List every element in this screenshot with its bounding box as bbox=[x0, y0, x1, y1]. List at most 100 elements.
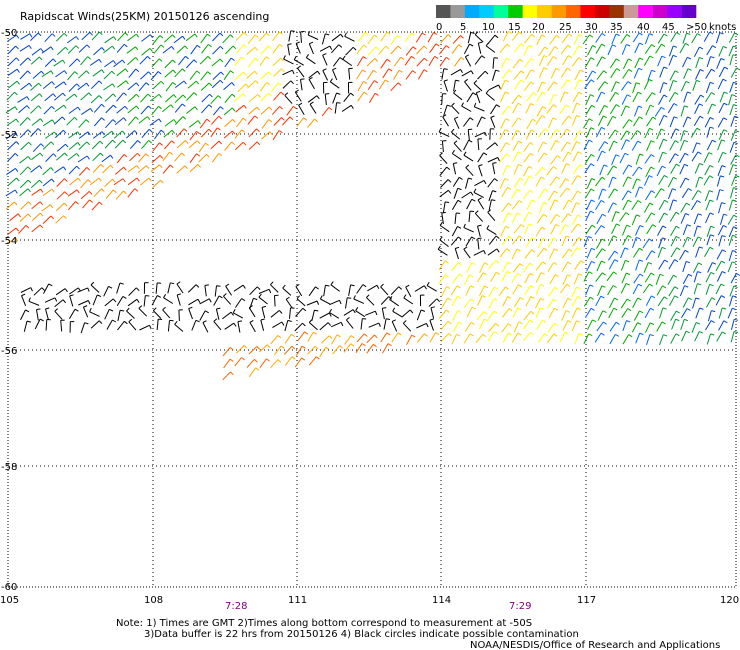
wind-barb-feather bbox=[566, 283, 571, 287]
wind-barb-feather bbox=[589, 296, 594, 300]
wind-barb-feather bbox=[732, 250, 737, 253]
wind-barb bbox=[502, 308, 510, 318]
wind-barb-feather bbox=[295, 41, 300, 44]
wind-barb bbox=[19, 44, 30, 52]
wind-barb bbox=[439, 57, 447, 67]
wind-barb bbox=[718, 235, 723, 247]
wind-barb-feather bbox=[589, 284, 594, 287]
wind-barb-feather bbox=[254, 57, 259, 62]
wind-barb bbox=[151, 105, 159, 116]
wind-barb-feather bbox=[577, 247, 581, 251]
wind-barb bbox=[272, 130, 280, 141]
wind-barb-feather bbox=[162, 306, 166, 311]
wind-barb-feather bbox=[101, 103, 105, 108]
wind-barb-feather bbox=[460, 35, 464, 39]
wind-barb bbox=[356, 44, 365, 55]
wind-barb bbox=[67, 36, 77, 44]
wind-barb-feather bbox=[74, 308, 79, 312]
wind-barb-feather bbox=[639, 332, 644, 336]
wind-barb bbox=[452, 35, 461, 44]
wind-barb bbox=[729, 82, 734, 93]
legend-label-25: 25 bbox=[559, 22, 572, 33]
wind-barb-feather bbox=[39, 212, 44, 217]
wind-barb bbox=[561, 163, 567, 174]
wind-barb-feather bbox=[736, 67, 740, 71]
wind-barb-feather bbox=[674, 70, 679, 74]
wind-barb-feather bbox=[650, 166, 655, 170]
wind-barb-feather bbox=[723, 320, 728, 324]
wind-barb-feather bbox=[74, 93, 78, 98]
wind-barb bbox=[80, 322, 86, 334]
wind-barb-feather bbox=[423, 333, 428, 337]
wind-barb bbox=[311, 309, 315, 321]
wind-barb bbox=[717, 165, 723, 176]
wind-barb-feather bbox=[590, 163, 595, 167]
wind-barb-feather bbox=[86, 141, 90, 146]
wind-barb bbox=[451, 131, 461, 140]
wind-barb bbox=[295, 345, 303, 356]
wind-barb bbox=[478, 318, 485, 330]
wind-barb bbox=[667, 103, 675, 114]
wind-barb-feather bbox=[636, 214, 641, 217]
wind-barb bbox=[167, 320, 170, 332]
wind-barb bbox=[161, 104, 172, 113]
wind-barb bbox=[609, 104, 617, 115]
wind-barb bbox=[730, 273, 737, 284]
wind-barb-feather bbox=[721, 202, 726, 205]
wind-barb-feather bbox=[243, 104, 247, 109]
wind-barb bbox=[451, 334, 457, 345]
wind-barb bbox=[382, 68, 390, 79]
wind-barb bbox=[213, 321, 222, 331]
wind-barb-feather bbox=[89, 108, 94, 112]
wind-barb-feather bbox=[101, 188, 105, 192]
wind-barb-feather bbox=[614, 259, 619, 262]
wind-barb-feather bbox=[636, 178, 641, 181]
wind-barb-feather bbox=[77, 131, 81, 136]
wind-barb bbox=[621, 190, 629, 201]
wind-barb bbox=[682, 261, 687, 273]
wind-barb bbox=[162, 151, 170, 162]
wind-barb-feather bbox=[64, 191, 68, 195]
wind-barb bbox=[462, 117, 471, 127]
wind-barb bbox=[632, 178, 638, 190]
wind-barb bbox=[583, 296, 591, 307]
wind-barb bbox=[464, 274, 470, 286]
wind-barb-feather bbox=[451, 149, 456, 154]
wind-barb-feather bbox=[566, 163, 571, 166]
wind-barb-feather bbox=[580, 260, 585, 264]
wind-barb bbox=[117, 32, 126, 42]
wind-barb bbox=[308, 356, 317, 366]
wind-barb bbox=[19, 213, 29, 222]
wind-barb-feather bbox=[204, 284, 209, 286]
wind-barb-feather bbox=[651, 250, 656, 254]
wind-barb-feather bbox=[112, 83, 116, 88]
wind-barb bbox=[705, 284, 711, 295]
wind-barb bbox=[323, 285, 326, 297]
wind-barb bbox=[595, 43, 603, 54]
wind-barb bbox=[366, 70, 374, 80]
wind-barb-feather bbox=[39, 318, 44, 322]
wind-barb bbox=[428, 56, 436, 67]
wind-barb bbox=[512, 200, 520, 210]
wind-barb bbox=[234, 56, 242, 67]
wind-barb bbox=[547, 323, 555, 333]
lon-label-105: 105 bbox=[0, 595, 19, 606]
wind-barb-feather bbox=[159, 164, 163, 169]
wind-barb-feather bbox=[685, 330, 690, 334]
wind-barb-feather bbox=[28, 45, 32, 49]
wind-barb-feather bbox=[219, 45, 224, 50]
wind-barb bbox=[319, 322, 329, 331]
lat-label-52: -52 bbox=[1, 130, 17, 141]
wind-barb bbox=[549, 248, 555, 259]
wind-barb bbox=[176, 294, 181, 306]
wind-barb bbox=[307, 34, 319, 40]
wind-barb bbox=[32, 143, 42, 153]
wind-barb bbox=[691, 322, 697, 333]
wind-barb-feather bbox=[471, 236, 476, 240]
wind-barb bbox=[329, 299, 340, 306]
wind-barb-feather bbox=[553, 248, 559, 251]
wind-barb-feather bbox=[517, 272, 522, 277]
wind-barb bbox=[331, 44, 340, 54]
wind-barb-feather bbox=[711, 92, 716, 96]
wind-barb-feather bbox=[710, 271, 715, 275]
